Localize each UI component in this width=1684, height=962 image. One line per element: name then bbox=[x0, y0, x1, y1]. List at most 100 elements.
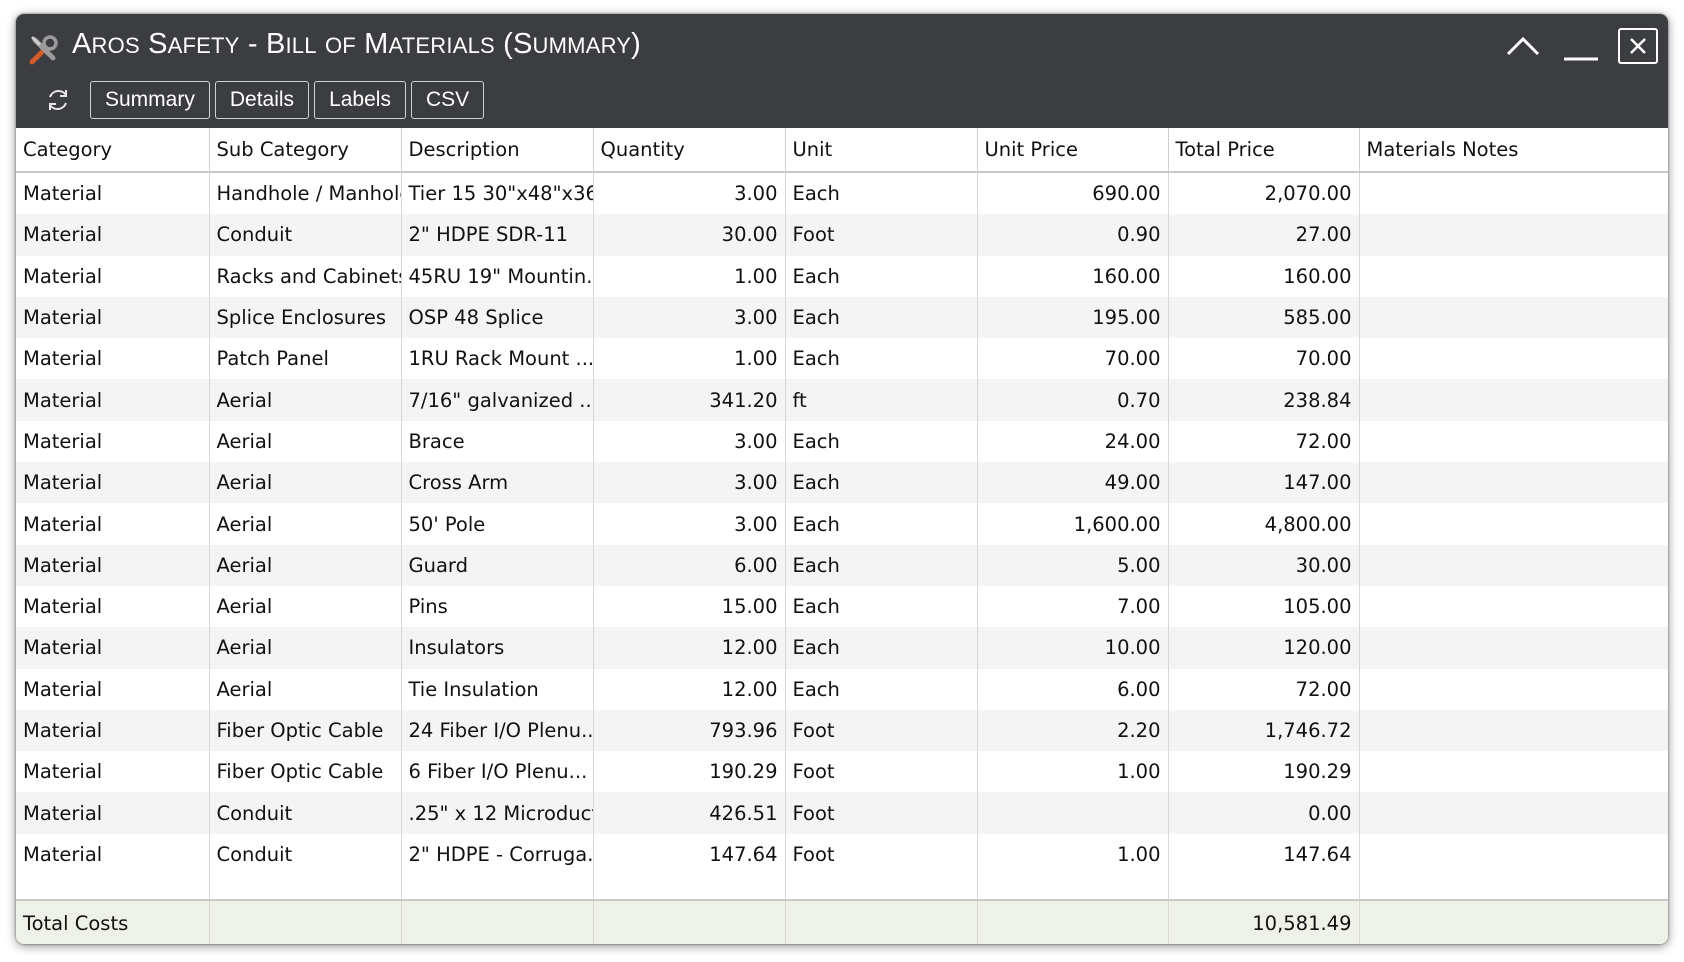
cell-unit: Each bbox=[785, 255, 978, 297]
bom-window: AROS SAFETY - BILL OF MATERIALS (SUMMARY… bbox=[16, 14, 1668, 944]
column-header-description[interactable]: Description bbox=[401, 128, 594, 173]
cell-unit-price: 160.00 bbox=[977, 255, 1169, 297]
table-row[interactable]: Material Aerial Cross Arm 3.00 Each 49.00 147.… bbox=[16, 462, 1668, 504]
collapse-icon[interactable] bbox=[1502, 27, 1544, 65]
cell-sub-category: Aerial bbox=[209, 544, 402, 586]
cell-materials-notes bbox=[1359, 503, 1668, 545]
close-icon[interactable] bbox=[1618, 28, 1658, 64]
cell-category: Material bbox=[16, 420, 210, 463]
cell-sub-category: Aerial bbox=[209, 668, 402, 710]
cell-unit-price: 5.00 bbox=[977, 544, 1169, 586]
cell-materials-notes bbox=[1359, 379, 1668, 421]
cell-category: Material bbox=[16, 255, 210, 297]
cell-quantity: 12.00 bbox=[593, 668, 786, 710]
cell-total-price: 238.84 bbox=[1168, 379, 1360, 421]
cell-quantity: 12.00 bbox=[593, 627, 786, 669]
table-row[interactable]: Material Splice Enclosures OSP 48 Splice 3.… bbox=[16, 296, 1668, 339]
table-row[interactable]: Material Fiber Optic Cable 6 Fiber I/O Ple… bbox=[16, 751, 1668, 793]
cell-materials-notes bbox=[1359, 833, 1668, 876]
cell-description: Brace bbox=[401, 420, 594, 463]
table-row[interactable]: Material Aerial Pins 15.00 Each 7.00 105.00 bbox=[16, 585, 1668, 628]
cell-unit-price: 1.00 bbox=[977, 751, 1169, 793]
column-header-materials-notes[interactable]: Materials Notes bbox=[1359, 128, 1668, 173]
cell-unit-price bbox=[977, 792, 1169, 834]
table-row[interactable]: Material Conduit 2" HDPE SDR-11 30.00 Foot 0.… bbox=[16, 214, 1668, 256]
cell-unit-price: 6.00 bbox=[977, 668, 1169, 710]
table-row[interactable]: Material Aerial Guard 6.00 Each 5.00 30.00 bbox=[16, 544, 1668, 586]
cell-sub-category: Fiber Optic Cable bbox=[209, 751, 402, 793]
toolbar: Summary Details Labels CSV bbox=[44, 80, 489, 120]
column-header-unit[interactable]: Unit bbox=[785, 128, 978, 173]
summary-button[interactable]: Summary bbox=[90, 81, 210, 119]
cell-category: Material bbox=[16, 214, 210, 256]
cell-sub-category: Fiber Optic Cable bbox=[209, 709, 402, 752]
table-row[interactable]: Material Handhole / Manhole Tier 15 30"x48… bbox=[16, 172, 1668, 215]
cell-description: OSP 48 Splice bbox=[401, 296, 594, 339]
table-row[interactable]: Material Aerial Tie Insulation 12.00 Each 6.0… bbox=[16, 668, 1668, 710]
window-title-text: AROS SAFETY - BILL OF MATERIALS (SUMMARY… bbox=[72, 28, 642, 60]
table-row[interactable]: Material Aerial Brace 3.00 Each 24.00 72.00 bbox=[16, 420, 1668, 463]
cell-total-price: 190.29 bbox=[1168, 751, 1360, 793]
column-header-sub-category[interactable]: Sub Category bbox=[209, 128, 402, 173]
cell-unit: Foot bbox=[785, 833, 978, 876]
cell-unit: Each bbox=[785, 544, 978, 586]
table-row[interactable]: Material Racks and Cabinets 45RU 19" Mount… bbox=[16, 255, 1668, 297]
cell-materials-notes bbox=[1359, 627, 1668, 669]
cell-sub-category: Conduit bbox=[209, 792, 402, 834]
cell-sub-category: Conduit bbox=[209, 214, 402, 256]
table-row[interactable]: Material Conduit 2" HDPE - Corruga... 147.6… bbox=[16, 833, 1668, 876]
table-row[interactable]: Material Conduit .25" x 12 Microduct 426.51… bbox=[16, 792, 1668, 834]
cell-unit: Foot bbox=[785, 792, 978, 834]
cell-materials-notes bbox=[1359, 585, 1668, 628]
cell-description: Pins bbox=[401, 585, 594, 628]
details-button[interactable]: Details bbox=[214, 81, 310, 119]
table-row[interactable]: Material Patch Panel 1RU Rack Mount ... 1.0… bbox=[16, 338, 1668, 380]
cell-materials-notes bbox=[1359, 792, 1668, 834]
column-header-total-price[interactable]: Total Price bbox=[1168, 128, 1360, 173]
table-body: Material Handhole / Manhole Tier 15 30"x48… bbox=[16, 172, 1668, 876]
cell-sub-category: Handhole / Manhole bbox=[209, 172, 402, 215]
minimize-icon[interactable] bbox=[1560, 27, 1602, 65]
cell-sub-category: Patch Panel bbox=[209, 338, 402, 380]
cell-description: Insulators bbox=[401, 627, 594, 669]
csv-button[interactable]: CSV bbox=[410, 81, 485, 119]
cell-sub-category: Aerial bbox=[209, 379, 402, 421]
refresh-icon[interactable] bbox=[44, 86, 72, 114]
cell-quantity: 190.29 bbox=[593, 751, 786, 793]
cell-unit: Each bbox=[785, 338, 978, 380]
labels-button[interactable]: Labels bbox=[314, 81, 406, 119]
cell-unit: Each bbox=[785, 627, 978, 669]
cell-category: Material bbox=[16, 379, 210, 421]
cell-quantity: 3.00 bbox=[593, 296, 786, 339]
cell-category: Material bbox=[16, 833, 210, 876]
table-row[interactable]: Material Aerial 7/16" galvanized ... 341.20… bbox=[16, 379, 1668, 421]
column-header-quantity[interactable]: Quantity bbox=[593, 128, 786, 173]
cell-description: 50' Pole bbox=[401, 503, 594, 545]
column-header-unit-price[interactable]: Unit Price bbox=[977, 128, 1169, 173]
cell-materials-notes bbox=[1359, 420, 1668, 463]
cell-total-price: 27.00 bbox=[1168, 214, 1360, 256]
filler-row bbox=[16, 875, 1668, 901]
cell-description: Guard bbox=[401, 544, 594, 586]
column-header-category[interactable]: Category bbox=[16, 128, 210, 173]
cell-unit-price: 24.00 bbox=[977, 420, 1169, 463]
cell-unit-price: 70.00 bbox=[977, 338, 1169, 380]
cell-total-price: 72.00 bbox=[1168, 420, 1360, 463]
table-row[interactable]: Material Fiber Optic Cable 24 Fiber I/O Pl… bbox=[16, 709, 1668, 752]
cell-unit: Each bbox=[785, 420, 978, 463]
cell-quantity: 793.96 bbox=[593, 709, 786, 752]
cell-description: 45RU 19" Mountin... bbox=[401, 255, 594, 297]
cell-total-price: 1,746.72 bbox=[1168, 709, 1360, 752]
cell-quantity: 341.20 bbox=[593, 379, 786, 421]
cell-unit-price: 1.00 bbox=[977, 833, 1169, 876]
cell-unit: Each bbox=[785, 172, 978, 215]
table-row[interactable]: Material Aerial 50' Pole 3.00 Each 1,600.00 4,… bbox=[16, 503, 1668, 545]
cell-unit: Foot bbox=[785, 751, 978, 793]
cell-unit: Foot bbox=[785, 214, 978, 256]
cell-unit: Each bbox=[785, 462, 978, 504]
cell-sub-category: Aerial bbox=[209, 462, 402, 504]
cell-description: Tie Insulation bbox=[401, 668, 594, 710]
cell-quantity: 30.00 bbox=[593, 214, 786, 256]
table-row[interactable]: Material Aerial Insulators 12.00 Each 10.00 12… bbox=[16, 627, 1668, 669]
cell-total-price: 160.00 bbox=[1168, 255, 1360, 297]
